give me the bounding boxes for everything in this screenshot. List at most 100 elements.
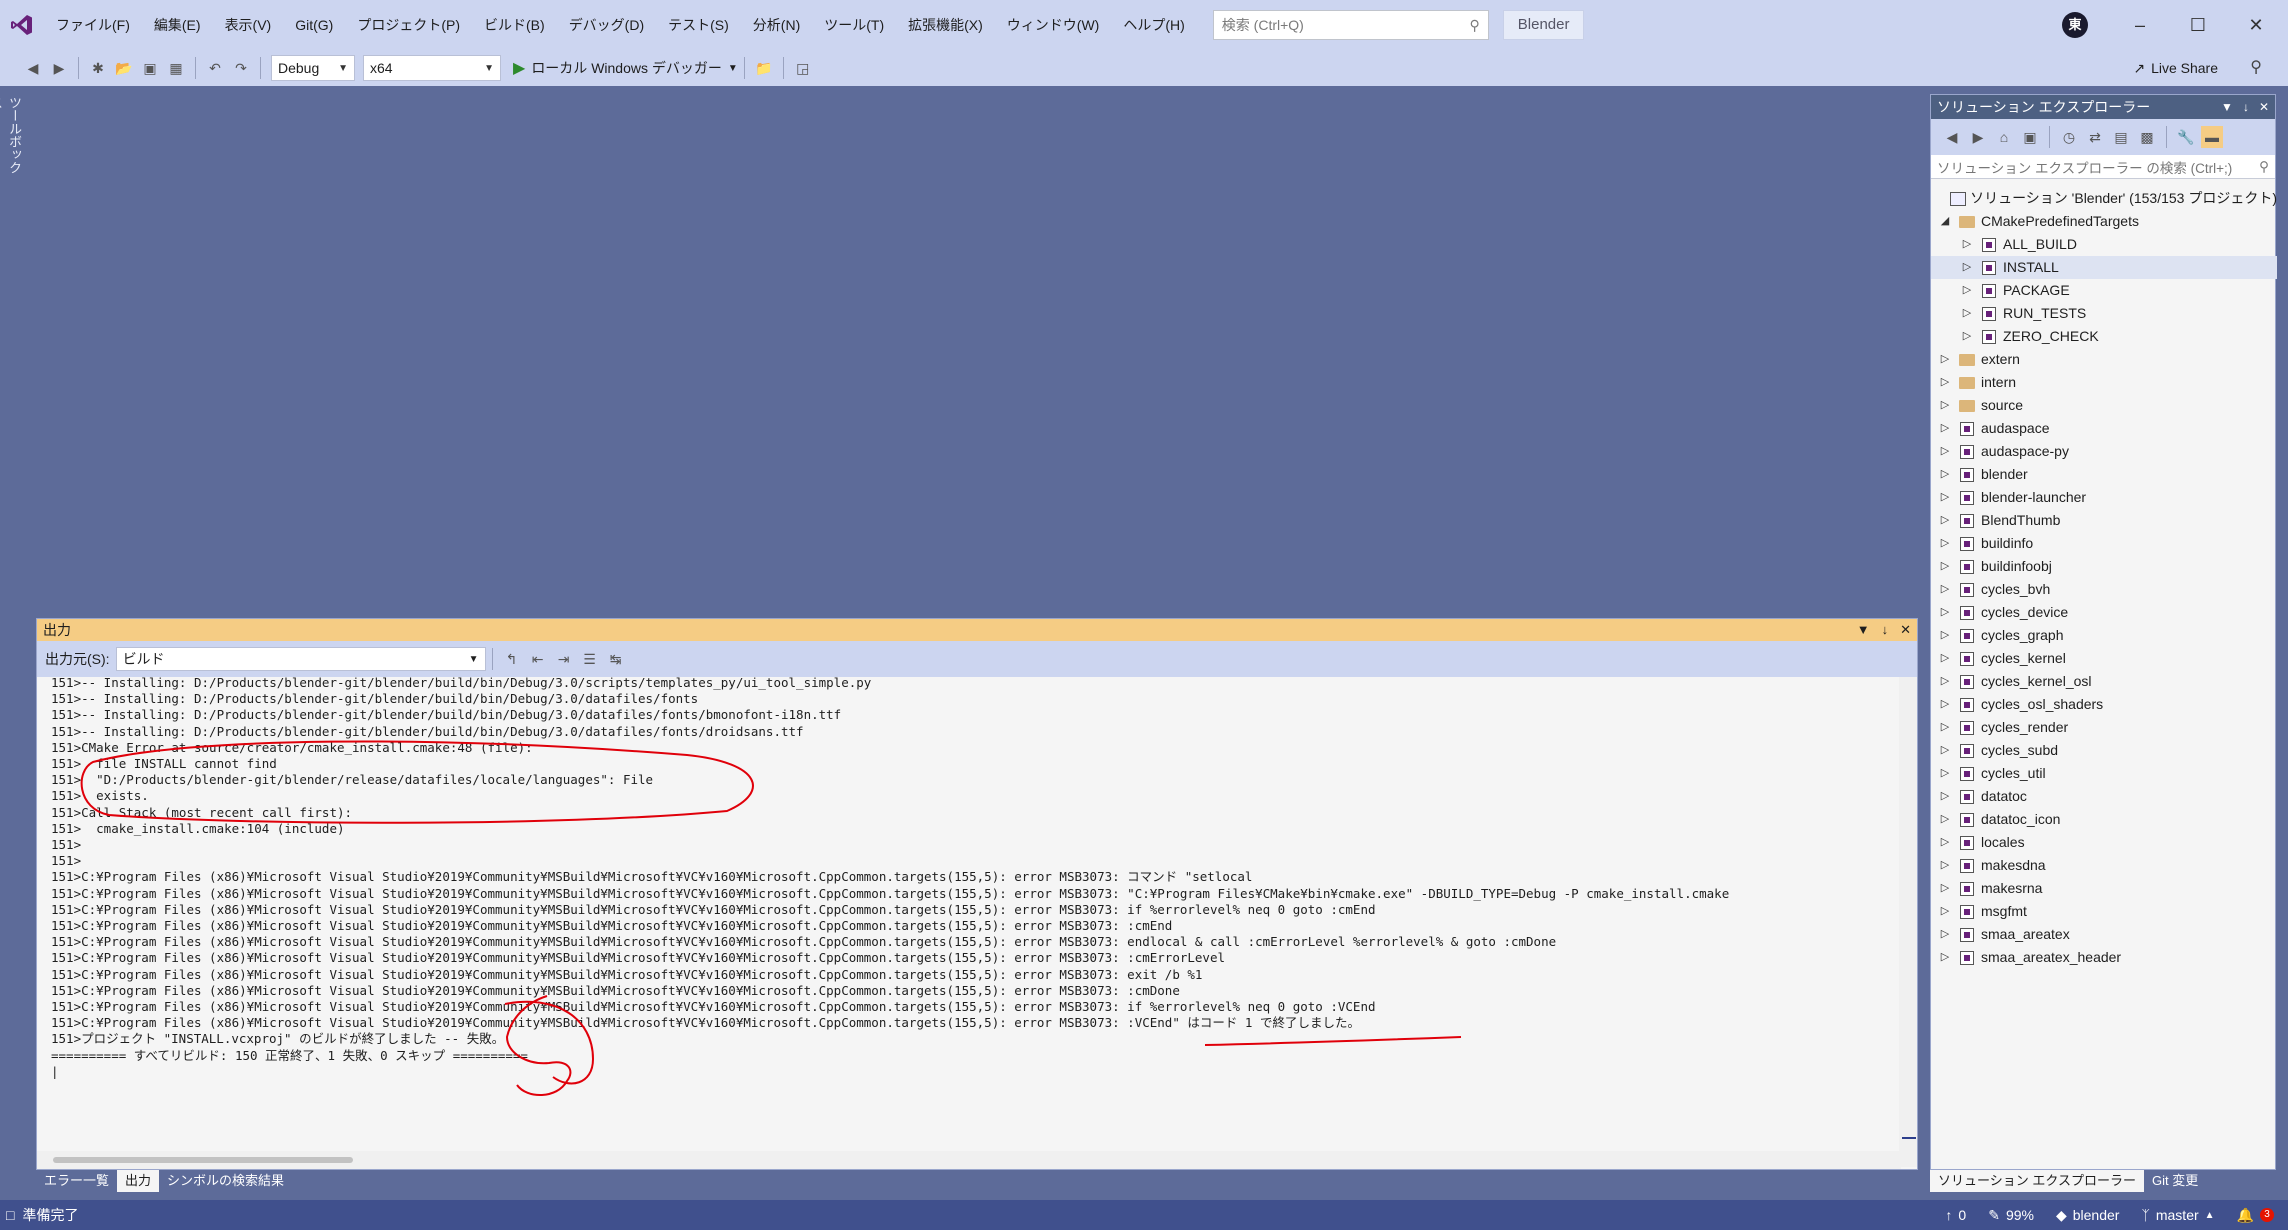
tree-item-target[interactable]: ▷ INSTALL [1931,256,2277,279]
expand-arrow-icon[interactable]: ▷ [1937,417,1953,440]
word-wrap-icon[interactable]: ↹ [605,648,627,670]
redo-icon[interactable]: ↷ [230,57,252,79]
expand-arrow-icon[interactable]: ▷ [1937,946,1953,969]
menu-item[interactable]: 編集(E) [142,0,213,50]
expand-arrow-icon[interactable]: ▷ [1937,601,1953,624]
tree-item-project[interactable]: ▷ cycles_kernel_osl [1931,670,2277,693]
save-icon[interactable]: ▣ [139,57,161,79]
tree-item-project[interactable]: ▷ buildinfoobj [1931,555,2277,578]
expand-arrow-icon[interactable]: ▷ [1937,440,1953,463]
output-source-select[interactable]: ビルド ▼ [115,647,486,671]
tab-error-list[interactable]: エラー一覧 [36,1170,117,1192]
tree-item-project[interactable]: ▷ smaa_areatex [1931,923,2277,946]
menu-item[interactable]: Git(G) [283,0,345,50]
live-share-button[interactable]: ↗ Live Share [2133,50,2218,86]
toolbox-tab[interactable]: ツールボックス [0,96,24,186]
tree-item-project[interactable]: ▷ smaa_areatex_header [1931,946,2277,969]
menu-item[interactable]: ウィンドウ(W) [995,0,1112,50]
clear-all-icon[interactable]: ☰ [579,648,601,670]
forward-icon[interactable]: ▶ [1967,126,1989,148]
menu-item[interactable]: テスト(S) [656,0,741,50]
tab-git-changes[interactable]: Git 変更 [2144,1170,2206,1192]
tree-item-target[interactable]: ▷ ZERO_CHECK [1931,325,2277,348]
tree-item-project[interactable]: ▷ datatoc_icon [1931,808,2277,831]
expand-arrow-icon[interactable]: ▷ [1937,509,1953,532]
tab-output[interactable]: 出力 [117,1170,160,1192]
expand-arrow-icon[interactable]: ▷ [1937,394,1953,417]
tree-item-project[interactable]: ▷ audaspace [1931,417,2277,440]
tree-item-project[interactable]: ▷ blender-launcher [1931,486,2277,509]
expand-arrow-icon[interactable]: ▷ [1959,325,1975,348]
solution-explorer-search-input[interactable]: ソリューション エクスプローラー の検索 (Ctrl+;) ⚲ [1931,155,2275,179]
tree-item-project[interactable]: ▷ makesdna [1931,854,2277,877]
solution-name-badge[interactable]: Blender [1502,10,1585,40]
new-project-icon[interactable]: ✱ [87,57,109,79]
pin-icon[interactable]: ↓ [1882,622,1889,638]
expand-arrow-icon[interactable]: ▷ [1937,624,1953,647]
expand-arrow-icon[interactable]: ▷ [1959,233,1975,256]
expand-arrow-icon[interactable]: ▷ [1937,647,1953,670]
menu-item[interactable]: ヘルプ(H) [1111,0,1196,50]
screenshot-icon[interactable]: ◲ [792,57,814,79]
menu-item[interactable]: ファイル(F) [44,0,142,50]
tree-item-project[interactable]: ▷ locales [1931,831,2277,854]
panel-menu-icon[interactable]: ▼ [1857,622,1870,638]
output-window-icon[interactable]: □ [6,1207,14,1223]
go-next-message-icon[interactable]: ⇥ [553,648,575,670]
menu-item[interactable]: プロジェクト(P) [345,0,472,50]
tree-item-project[interactable]: ▷ makesrna [1931,877,2277,900]
tree-item-project[interactable]: ▷ blender [1931,463,2277,486]
expand-arrow-icon[interactable]: ▷ [1937,762,1953,785]
expand-arrow-icon[interactable]: ▷ [1959,302,1975,325]
sync-icon[interactable]: ⇄ [2084,126,2106,148]
tree-item-target[interactable]: ▷ PACKAGE [1931,279,2277,302]
search-input[interactable]: 検索 (Ctrl+Q) ⚲ [1212,10,1489,40]
expand-arrow-icon[interactable]: ▷ [1937,877,1953,900]
undo-icon[interactable]: ↶ [204,57,226,79]
tree-item-project[interactable]: ▷ datatoc [1931,785,2277,808]
tree-item-project[interactable]: ▷ msgfmt [1931,900,2277,923]
switch-views-icon[interactable]: ▣ [2019,126,2041,148]
tree-item-target[interactable]: ▷ RUN_TESTS [1931,302,2277,325]
tree-item-folder[interactable]: ▷ source [1931,394,2277,417]
properties-wrench-icon[interactable]: 🔧 [2175,126,2197,148]
close-icon[interactable]: ✕ [1900,622,1911,638]
save-all-icon[interactable]: ▦ [165,57,187,79]
open-file-icon[interactable]: 📂 [113,57,135,79]
expand-arrow-icon[interactable]: ▷ [1937,463,1953,486]
panel-menu-icon[interactable]: ▼ [2221,100,2233,114]
tree-item-target[interactable]: ▷ ALL_BUILD [1931,233,2277,256]
expand-arrow-icon[interactable]: ▷ [1959,256,1975,279]
tree-item-project[interactable]: ▷ cycles_osl_shaders [1931,693,2277,716]
find-message-icon[interactable]: ↰ [501,648,523,670]
output-horizontal-scrollbar[interactable] [37,1151,1901,1169]
menu-item[interactable]: 表示(V) [213,0,284,50]
branch-status[interactable]: ᛉ master ▲ [2141,1207,2214,1223]
pending-changes-filter-icon[interactable]: ◷ [2058,126,2080,148]
navigate-back-icon[interactable]: ◀ [22,57,44,79]
tree-item-folder[interactable]: ◢ CMakePredefinedTargets [1931,210,2277,233]
tree-item-folder[interactable]: ▷ intern [1931,371,2277,394]
expand-arrow-icon[interactable]: ▷ [1937,900,1953,923]
expand-arrow-icon[interactable]: ▷ [1937,578,1953,601]
collapse-all-icon[interactable]: ▤ [2110,126,2132,148]
tab-find-symbol-results[interactable]: シンボルの検索結果 [159,1170,292,1192]
output-text[interactable]: 151>-- Installing: D:/Products/blender-g… [51,675,1881,1135]
tree-item-project[interactable]: ▷ cycles_kernel [1931,647,2277,670]
tree-item-project[interactable]: ▷ buildinfo [1931,532,2277,555]
navigate-forward-icon[interactable]: ▶ [48,57,70,79]
home-icon[interactable]: ⌂ [1993,126,2015,148]
show-all-files-icon[interactable]: ▩ [2136,126,2158,148]
tree-item-project[interactable]: ▷ cycles_bvh [1931,578,2277,601]
expand-arrow-icon[interactable]: ▷ [1959,279,1975,302]
menu-item[interactable]: ツール(T) [812,0,896,50]
visual-studio-logo-icon[interactable] [0,0,44,50]
back-icon[interactable]: ◀ [1941,126,1963,148]
solution-platform-select[interactable]: x64 ▼ [363,55,501,81]
expand-arrow-icon[interactable]: ▷ [1937,808,1953,831]
pending-changes-status[interactable]: ✎ 99% [1988,1207,2034,1224]
go-previous-message-icon[interactable]: ⇤ [527,648,549,670]
tree-item-project[interactable]: ▷ cycles_render [1931,716,2277,739]
tree-item-folder[interactable]: ▷ extern [1931,348,2277,371]
close-button[interactable]: ✕ [2226,0,2286,50]
